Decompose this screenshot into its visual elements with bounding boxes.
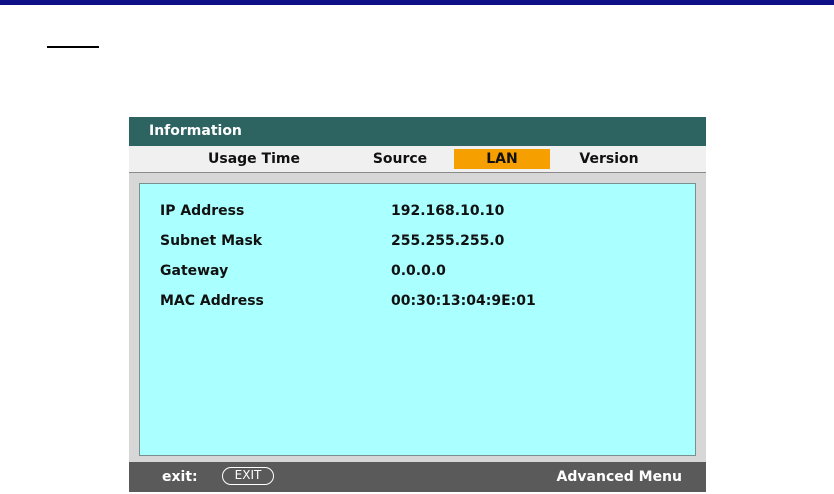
top-bar — [0, 0, 834, 5]
ip-address-label: IP Address — [160, 203, 245, 219]
tab-usage-time[interactable]: Usage Time — [199, 149, 309, 169]
subnet-mask-value: 255.255.255.0 — [391, 233, 505, 249]
gateway-value: 0.0.0.0 — [391, 263, 446, 279]
mac-address-label: MAC Address — [160, 293, 264, 309]
ip-address-value: 192.168.10.10 — [391, 203, 505, 219]
info-row-mac-address: MAC Address 00:30:13:04:9E:01 — [140, 291, 695, 311]
exit-label: exit: — [162, 469, 198, 485]
gateway-label: Gateway — [160, 263, 229, 279]
page-rule — [47, 46, 99, 48]
tab-lan[interactable]: LAN — [454, 149, 550, 169]
info-row-gateway: Gateway 0.0.0.0 — [140, 261, 695, 281]
advanced-menu-button[interactable]: Advanced Menu — [557, 468, 682, 486]
info-row-subnet-mask: Subnet Mask 255.255.255.0 — [140, 231, 695, 251]
footer-bar: exit: EXIT Advanced Menu — [129, 462, 706, 492]
tab-version[interactable]: Version — [572, 149, 646, 169]
tab-source[interactable]: Source — [365, 149, 435, 169]
lan-info-panel: IP Address 192.168.10.10 Subnet Mask 255… — [139, 183, 696, 456]
exit-button[interactable]: EXIT — [222, 467, 274, 485]
window-title: Information — [129, 117, 706, 146]
information-window: Information Usage Time Source LAN Versio… — [129, 117, 706, 492]
info-row-ip-address: IP Address 192.168.10.10 — [140, 201, 695, 221]
tab-bar: Usage Time Source LAN Version — [129, 146, 706, 173]
mac-address-value: 00:30:13:04:9E:01 — [391, 293, 536, 309]
subnet-mask-label: Subnet Mask — [160, 233, 263, 249]
